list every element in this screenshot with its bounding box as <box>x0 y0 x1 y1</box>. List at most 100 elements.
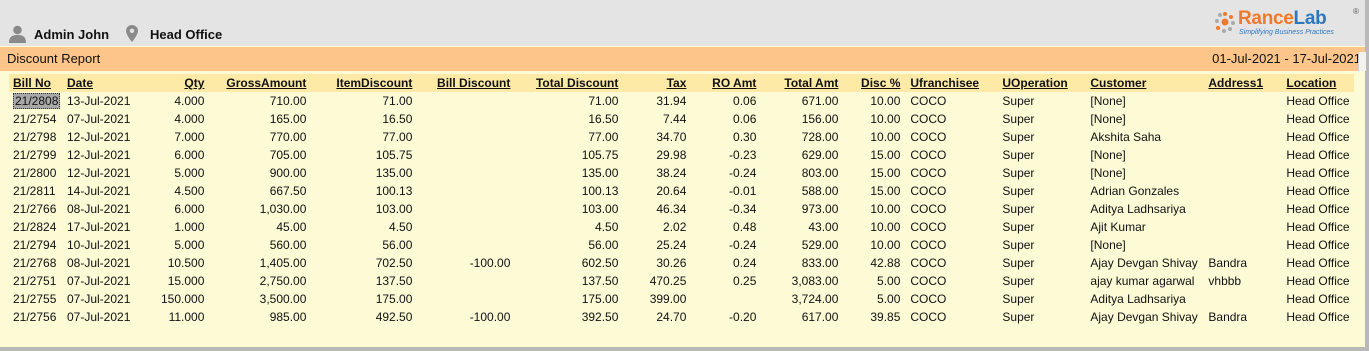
cell-total-discount[interactable]: 56.00 <box>516 236 624 254</box>
table-row[interactable]: 21/2824 17-Jul-2021 1.000 45.00 4.50 4.50 2.02… <box>9 218 1354 236</box>
cell-tax[interactable]: 7.44 <box>624 110 692 128</box>
column-header-bill-no[interactable]: Bill No <box>9 74 63 92</box>
cell-ro-amt[interactable] <box>692 290 762 308</box>
column-header-disc-pct[interactable]: Disc % <box>844 74 907 92</box>
cell-bill-discount[interactable] <box>418 182 516 200</box>
column-header-customer[interactable]: Customer <box>1086 74 1205 92</box>
cell-address1[interactable] <box>1204 92 1282 110</box>
cell-total-discount[interactable]: 71.00 <box>516 92 624 110</box>
cell-total-discount[interactable]: 137.50 <box>516 272 624 290</box>
cell-disc-pct[interactable]: 5.00 <box>844 290 906 308</box>
cell-gross-amount[interactable]: 985.00 <box>210 308 312 326</box>
cell-item-discount[interactable]: 103.00 <box>312 200 418 218</box>
cell-disc-pct[interactable]: 10.00 <box>844 92 906 110</box>
vertical-scrollbar[interactable] <box>1358 52 1366 71</box>
cell-ro-amt[interactable]: 0.48 <box>692 218 762 236</box>
cell-address1[interactable] <box>1204 218 1282 236</box>
cell-location[interactable]: Head Office <box>1282 110 1354 128</box>
cell-customer[interactable]: Aditya Ladhsariya <box>1086 200 1204 218</box>
cell-item-discount[interactable]: 56.00 <box>312 236 418 254</box>
cell-tax[interactable]: 31.94 <box>624 92 692 110</box>
cell-item-discount[interactable]: 77.00 <box>312 128 418 146</box>
cell-uoperation[interactable]: Super <box>998 128 1086 146</box>
cell-bill-no[interactable]: 21/2808 <box>9 92 63 110</box>
cell-gross-amount[interactable]: 3,500.00 <box>210 290 312 308</box>
cell-customer[interactable]: [None] <box>1086 146 1204 164</box>
cell-bill-no[interactable]: 21/2754 <box>9 110 63 128</box>
cell-gross-amount[interactable]: 710.00 <box>210 92 312 110</box>
cell-total-amt[interactable]: 617.00 <box>762 308 844 326</box>
table-row[interactable]: 21/2800 12-Jul-2021 5.000 900.00 135.00 135.0… <box>9 164 1354 182</box>
cell-customer[interactable]: [None] <box>1086 236 1204 254</box>
cell-bill-no[interactable]: 21/2811 <box>9 182 63 200</box>
cell-tax[interactable]: 2.02 <box>624 218 692 236</box>
cell-date[interactable]: 07-Jul-2021 <box>63 308 157 326</box>
cell-customer[interactable]: Aditya Ladhsariya <box>1086 290 1204 308</box>
cell-bill-discount[interactable] <box>418 200 516 218</box>
cell-address1[interactable] <box>1204 164 1282 182</box>
cell-ufranchisee[interactable]: COCO <box>906 200 998 218</box>
cell-customer[interactable]: Adrian Gonzales <box>1086 182 1204 200</box>
cell-bill-discount[interactable] <box>418 92 516 110</box>
cell-tax[interactable]: 46.34 <box>624 200 692 218</box>
cell-gross-amount[interactable]: 45.00 <box>210 218 312 236</box>
cell-location[interactable]: Head Office <box>1282 128 1354 146</box>
column-header-tax[interactable]: Tax <box>624 74 693 92</box>
cell-tax[interactable]: 34.70 <box>624 128 692 146</box>
cell-gross-amount[interactable]: 667.50 <box>210 182 312 200</box>
cell-item-discount[interactable]: 492.50 <box>312 308 418 326</box>
cell-address1[interactable]: Bandra <box>1204 308 1282 326</box>
cell-ro-amt[interactable]: 0.30 <box>692 128 762 146</box>
cell-ufranchisee[interactable]: COCO <box>906 110 998 128</box>
cell-total-discount[interactable]: 100.13 <box>516 182 624 200</box>
cell-date[interactable]: 17-Jul-2021 <box>63 218 157 236</box>
cell-ufranchisee[interactable]: COCO <box>906 290 998 308</box>
cell-date[interactable]: 08-Jul-2021 <box>63 200 157 218</box>
cell-item-discount[interactable]: 137.50 <box>312 272 418 290</box>
cell-qty[interactable]: 6.000 <box>157 146 210 164</box>
cell-total-amt[interactable]: 973.00 <box>762 200 844 218</box>
cell-customer[interactable]: ajay kumar agarwal <box>1086 272 1204 290</box>
column-header-date[interactable]: Date <box>63 74 157 92</box>
cell-ro-amt[interactable]: 0.25 <box>692 272 762 290</box>
cell-ro-amt[interactable]: 0.06 <box>692 110 762 128</box>
cell-uoperation[interactable]: Super <box>998 92 1086 110</box>
cell-qty[interactable]: 4.500 <box>157 182 210 200</box>
cell-address1[interactable] <box>1204 128 1282 146</box>
cell-date[interactable]: 14-Jul-2021 <box>63 182 157 200</box>
cell-address1[interactable]: vhbbb <box>1204 272 1282 290</box>
cell-total-amt[interactable]: 588.00 <box>762 182 844 200</box>
cell-customer[interactable]: Akshita Saha <box>1086 128 1204 146</box>
table-row[interactable]: 21/2808 13-Jul-2021 4.000 710.00 71.00 71.00 3… <box>9 92 1354 110</box>
table-row[interactable]: 21/2768 08-Jul-2021 10.500 1,405.00 702.50 -1… <box>9 254 1354 272</box>
cell-qty[interactable]: 4.000 <box>157 92 210 110</box>
cell-date[interactable]: 10-Jul-2021 <box>63 236 157 254</box>
cell-bill-no[interactable]: 21/2755 <box>9 290 63 308</box>
cell-gross-amount[interactable]: 165.00 <box>210 110 312 128</box>
cell-total-amt[interactable]: 629.00 <box>762 146 844 164</box>
table-row[interactable]: 21/2754 07-Jul-2021 4.000 165.00 16.50 16.50 7… <box>9 110 1354 128</box>
cell-item-discount[interactable]: 175.00 <box>312 290 418 308</box>
cell-location[interactable]: Head Office <box>1282 308 1354 326</box>
table-row[interactable]: 21/2755 07-Jul-2021 150.000 3,500.00 175.00 1… <box>9 290 1354 308</box>
cell-uoperation[interactable]: Super <box>998 218 1086 236</box>
cell-bill-no[interactable]: 21/2800 <box>9 164 63 182</box>
cell-item-discount[interactable]: 4.50 <box>312 218 418 236</box>
cell-tax[interactable]: 24.70 <box>624 308 692 326</box>
cell-uoperation[interactable]: Super <box>998 146 1086 164</box>
cell-qty[interactable]: 10.500 <box>157 254 210 272</box>
cell-customer[interactable]: Ajay Devgan Shivay <box>1086 254 1204 272</box>
cell-total-amt[interactable]: 529.00 <box>762 236 844 254</box>
cell-gross-amount[interactable]: 900.00 <box>210 164 312 182</box>
cell-bill-no[interactable]: 21/2756 <box>9 308 63 326</box>
cell-tax[interactable]: 399.00 <box>624 290 692 308</box>
cell-bill-no[interactable]: 21/2751 <box>9 272 63 290</box>
cell-item-discount[interactable]: 105.75 <box>312 146 418 164</box>
cell-disc-pct[interactable]: 10.00 <box>844 110 906 128</box>
cell-item-discount[interactable]: 100.13 <box>312 182 418 200</box>
cell-address1[interactable] <box>1204 290 1282 308</box>
cell-location[interactable]: Head Office <box>1282 218 1354 236</box>
cell-gross-amount[interactable]: 560.00 <box>210 236 312 254</box>
cell-bill-discount[interactable] <box>418 110 516 128</box>
cell-disc-pct[interactable]: 39.85 <box>844 308 906 326</box>
